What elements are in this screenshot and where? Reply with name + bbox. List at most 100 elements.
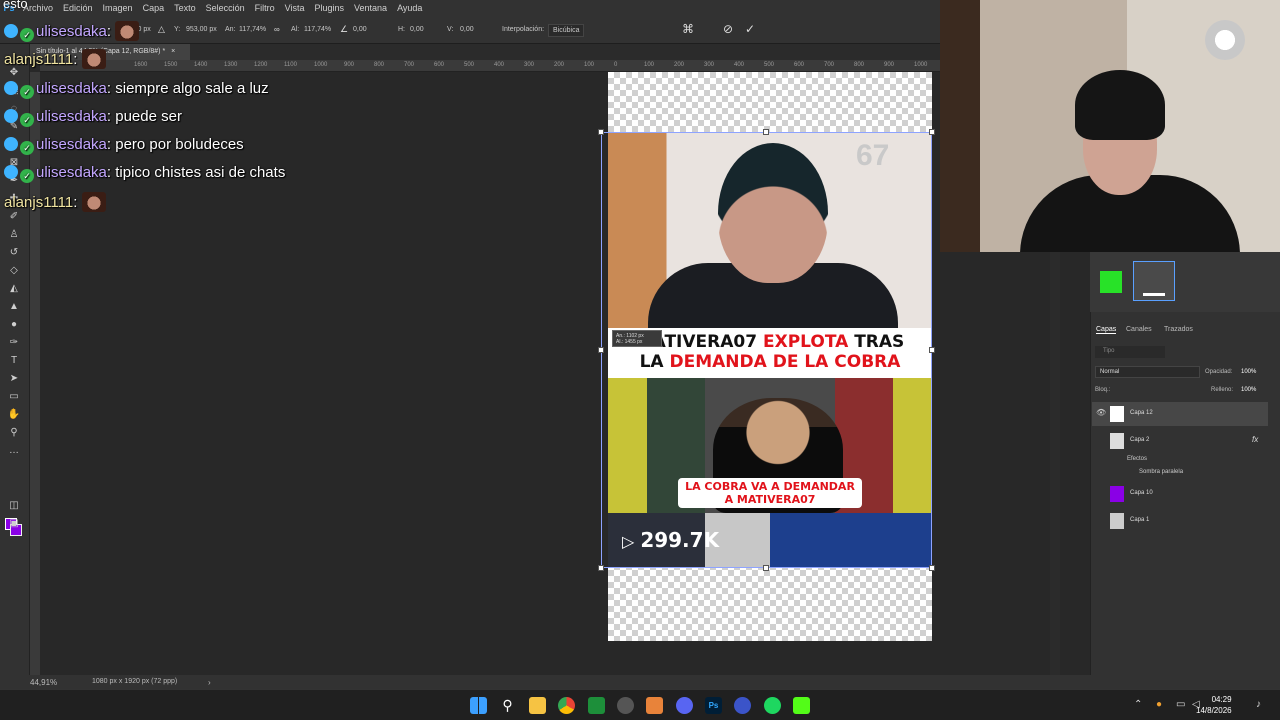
warp-icon[interactable]: ⌘ <box>682 22 694 36</box>
y-field[interactable]: 953,00 px <box>186 26 217 33</box>
layer-name: Capa 12 <box>1130 410 1153 416</box>
visibility-eye-icon[interactable]: 👁 <box>1096 408 1106 417</box>
menu-edicion[interactable]: Edición <box>58 3 98 13</box>
path-select-icon[interactable]: ➤ <box>5 372 23 386</box>
transform-handle-br[interactable] <box>929 565 935 571</box>
opacity-value[interactable]: 100% <box>1241 369 1256 375</box>
clone-stamp-icon[interactable]: ♙ <box>5 228 23 242</box>
commit-transform-icon[interactable]: ✓ <box>745 22 755 36</box>
fill-value[interactable]: 100% <box>1241 387 1256 393</box>
clock[interactable]: 04:29 14/8/2026 <box>1196 694 1232 716</box>
transform-handle-r[interactable] <box>929 347 935 353</box>
angle-field[interactable]: 0,00 <box>353 26 367 33</box>
layer-row[interactable]: Capa 10 <box>1092 482 1268 506</box>
notification-bell-icon[interactable]: ♪ <box>1256 699 1261 710</box>
ruler-tick: 400 <box>734 62 745 68</box>
app-settings-icon[interactable] <box>617 697 634 714</box>
brave-icon[interactable] <box>646 697 663 714</box>
layer-row[interactable]: 👁 Capa 12 <box>1092 402 1268 426</box>
network-icon[interactable]: ▭ <box>1176 699 1185 710</box>
excel-icon[interactable] <box>588 697 605 714</box>
interpolation-select[interactable]: Bicúbica <box>548 24 585 37</box>
tab-canales[interactable]: Canales <box>1126 326 1152 333</box>
layer-thumbnail <box>1110 433 1124 449</box>
zoom-tool-icon[interactable]: ⚲ <box>5 426 23 440</box>
tooltip-height: Al.: 1455 px <box>616 339 643 345</box>
transform-bounding-box[interactable] <box>601 132 932 568</box>
pen-tool-icon[interactable]: ✑ <box>5 336 23 350</box>
swatch-green[interactable] <box>1100 271 1122 293</box>
hand-tool-icon[interactable]: ✋ <box>5 408 23 422</box>
rectangle-tool-icon[interactable]: ▭ <box>5 390 23 404</box>
vskew-field[interactable]: 0,00 <box>460 26 474 33</box>
photoshop-taskbar-icon[interactable]: Ps <box>705 697 722 714</box>
history-brush-icon[interactable]: ↺ <box>5 246 23 260</box>
transform-handle-b[interactable] <box>763 565 769 571</box>
kick-icon[interactable] <box>793 697 810 714</box>
type-tool-icon[interactable]: T <box>5 354 23 368</box>
chat-message: pero por boludeces <box>115 136 244 153</box>
w-field[interactable]: 117,74% <box>239 26 266 33</box>
spotify-icon[interactable] <box>764 697 781 714</box>
menu-ventana[interactable]: Ventana <box>349 3 392 13</box>
paint-bucket-icon[interactable]: ◭ <box>5 282 23 296</box>
transform-size-tooltip: An.: 1102 px Al.: 1455 px <box>612 330 662 347</box>
tray-chevron-icon[interactable]: ⌃ <box>1134 699 1142 710</box>
zoom-level[interactable]: 44,91% <box>30 678 57 687</box>
transform-handle-tr[interactable] <box>929 129 935 135</box>
menu-seleccion[interactable]: Selección <box>201 3 250 13</box>
ruler-tick: 300 <box>524 62 535 68</box>
layer-row[interactable]: Capa 2 fx <box>1092 429 1268 453</box>
swatch-selected[interactable] <box>1133 261 1175 301</box>
chrome-icon[interactable] <box>558 697 575 714</box>
windows-start-icon[interactable] <box>470 697 487 714</box>
layer-row[interactable]: Capa 1 <box>1092 509 1268 533</box>
vpn-icon[interactable] <box>734 697 751 714</box>
transform-handle-l[interactable] <box>598 347 604 353</box>
layer-filter-input[interactable]: Tipo <box>1095 346 1165 358</box>
cancel-transform-icon[interactable]: ⊘ <box>723 22 733 36</box>
hskew-field[interactable]: 0,00 <box>410 26 424 33</box>
screen-mode-icon[interactable]: ▣ <box>5 517 23 531</box>
menu-capa[interactable]: Capa <box>138 3 170 13</box>
ruler-tick: 900 <box>884 62 895 68</box>
menu-plugins[interactable]: Plugins <box>310 3 350 13</box>
menu-texto[interactable]: Texto <box>169 3 201 13</box>
tab-capas[interactable]: Capas <box>1096 326 1117 334</box>
ruler-tick: 1600 <box>134 62 148 68</box>
lock-label: Bloq.: <box>1095 387 1111 393</box>
discord-icon[interactable] <box>676 697 693 714</box>
chat-username: ulisesdaka <box>36 108 107 125</box>
blend-mode-select[interactable]: Normal <box>1095 366 1200 378</box>
ruler-tick: 200 <box>674 62 685 68</box>
search-icon[interactable]: ⚲ <box>499 697 516 714</box>
transform-handle-t[interactable] <box>763 129 769 135</box>
effect-drop-shadow[interactable]: Sombra paralela <box>1139 469 1183 475</box>
file-explorer-icon[interactable] <box>529 697 546 714</box>
blur-tool-icon[interactable]: ▲ <box>5 300 23 314</box>
eraser-tool-icon[interactable]: ◇ <box>5 264 23 278</box>
menu-ayuda[interactable]: Ayuda <box>392 3 427 13</box>
menu-vista[interactable]: Vista <box>280 3 310 13</box>
status-arrow-icon[interactable]: › <box>208 678 211 687</box>
link-icon[interactable]: ∞ <box>274 25 280 34</box>
brush-tool-icon[interactable]: ✐ <box>5 210 23 224</box>
canvas-vertical-scrollbar[interactable] <box>1050 252 1060 675</box>
microphone-icon[interactable]: ● <box>1156 699 1162 710</box>
effects-label[interactable]: Efectos <box>1127 456 1147 462</box>
quick-mask-icon[interactable]: ◫ <box>5 499 23 513</box>
layer-name: Capa 1 <box>1130 517 1150 523</box>
h-field[interactable]: 117,74% <box>304 26 331 33</box>
reference-point-icon[interactable]: △ <box>158 24 165 35</box>
tab-trazados[interactable]: Trazados <box>1164 326 1193 333</box>
transform-handle-bl[interactable] <box>598 565 604 571</box>
close-icon[interactable]: × <box>171 48 175 55</box>
taskbar: ⚲ Ps ⌃ ● ▭ ◁ ♪ 04:29 14/8/2026 <box>0 689 1280 720</box>
more-tools-icon[interactable]: … <box>5 444 23 458</box>
transform-handle-tl[interactable] <box>598 129 604 135</box>
clock-date: 14/8/2026 <box>1196 706 1232 715</box>
menu-imagen[interactable]: Imagen <box>98 3 138 13</box>
fx-icon[interactable]: fx <box>1252 435 1258 444</box>
menu-filtro[interactable]: Filtro <box>250 3 280 13</box>
dodge-tool-icon[interactable]: ● <box>5 318 23 332</box>
